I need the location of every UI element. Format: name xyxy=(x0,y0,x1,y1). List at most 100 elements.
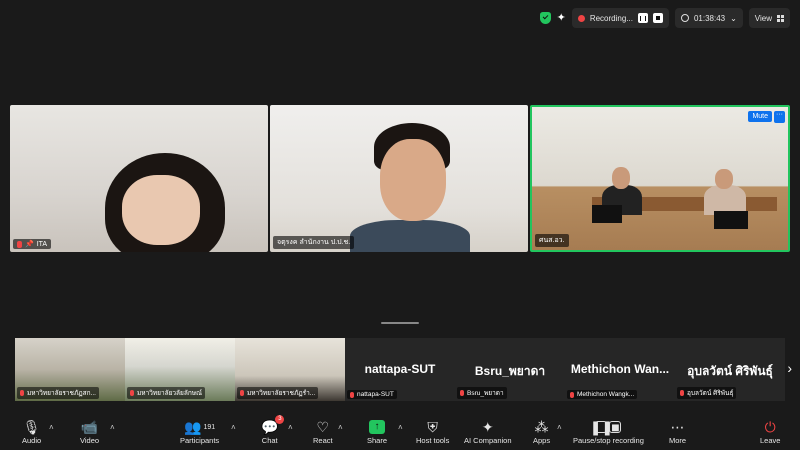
gallery-tile[interactable]: nattapa-SUT nattapa-SUT xyxy=(345,338,455,401)
laptop xyxy=(714,211,748,229)
share-button[interactable]: ↑ Share xyxy=(367,418,387,445)
pin-icon: 📌 xyxy=(25,241,34,248)
mic-muted-icon xyxy=(570,391,574,398)
sparkle-icon: ✦ xyxy=(481,419,494,435)
react-button[interactable]: ♡ React xyxy=(313,418,333,445)
leave-door-icon: ⏻ xyxy=(764,419,776,435)
audio-button[interactable]: 🎙 Audio xyxy=(22,418,41,445)
recording-label: Recording... xyxy=(589,13,633,23)
mic-muted-icon xyxy=(130,390,134,396)
participant-name-tag: Methichon Wangk... xyxy=(567,390,638,399)
participant-display-name: Methichon Wan... xyxy=(570,362,670,376)
mic-muted-icon xyxy=(20,390,24,396)
gallery-next-chevron-icon[interactable]: › xyxy=(787,360,792,376)
share-label: Share xyxy=(367,436,388,445)
gallery-tile[interactable]: มหาวิทยาลัยราชภัฏสก... xyxy=(15,338,125,401)
participant-name: Methichon Wangk... xyxy=(577,391,635,398)
participant-face xyxy=(612,167,630,189)
shield-icon: ⛨ xyxy=(427,419,438,435)
chat-unread-badge: 3 xyxy=(275,415,285,424)
grid-view-icon xyxy=(777,14,784,22)
apps-button[interactable]: ⁂ Apps xyxy=(533,418,550,445)
participants-options-chevron-icon[interactable]: ˄ xyxy=(231,423,236,432)
participant-name: nattapa-SUT xyxy=(357,391,394,398)
meeting-toolbar: 🎙 Audio ˄ 📹 Video ˄ 👥 191 Participants ˄ … xyxy=(0,410,800,450)
view-button[interactable]: View xyxy=(748,8,790,28)
react-label: React xyxy=(313,436,333,445)
chevron-down-icon: ⌄ xyxy=(730,13,737,23)
participants-count: 191 xyxy=(203,423,216,431)
laptop xyxy=(592,205,622,223)
gallery-strip: มหาวิทยาลัยราชภัฏสก... มหาวิทยาลัยวลัยลั… xyxy=(15,338,785,401)
more-label: More xyxy=(669,436,687,445)
apps-label: Apps xyxy=(533,436,551,445)
participant-display-name: nattapa-SUT xyxy=(364,362,436,376)
participant-face xyxy=(122,175,200,245)
mute-participant-button[interactable]: Mute xyxy=(748,111,772,122)
view-label: View xyxy=(754,13,772,23)
participant-face xyxy=(715,169,733,189)
participant-name: มหาวิทยาลัยวลัยลักษณ์ xyxy=(137,390,203,397)
leave-button[interactable]: ⏻ Leave xyxy=(760,418,780,445)
video-button[interactable]: 📹 Video xyxy=(80,418,99,445)
meeting-timer[interactable]: 01:38:43 ⌄ xyxy=(674,8,743,28)
stop-recording-icon[interactable] xyxy=(652,13,663,23)
host-tools-label: Host tools xyxy=(416,436,450,445)
participant-face xyxy=(380,139,446,221)
ai-companion-button[interactable]: ✦ AI Companion xyxy=(464,418,512,445)
clock-icon xyxy=(680,14,689,22)
video-label: Video xyxy=(80,436,100,445)
participant-name-tag: Bsru_พยาดา xyxy=(457,387,507,399)
chat-options-chevron-icon[interactable]: ˄ xyxy=(288,423,293,432)
pause-stop-recording-button[interactable]: ❚❚ ■ Pause/stop recording xyxy=(573,418,644,445)
recording-indicator[interactable]: Recording... xyxy=(571,8,669,28)
participant-body xyxy=(350,220,470,252)
participant-name: อุบลวัตน์ ศิริพันธุ์ xyxy=(687,390,734,397)
mic-muted-icon xyxy=(17,240,22,248)
mic-muted-icon xyxy=(460,390,464,396)
recording-dot-icon xyxy=(577,14,585,22)
participant-display-name: Bsru_พยาดา xyxy=(474,364,546,378)
pause-stop-recording-label: Pause/stop recording xyxy=(573,436,644,445)
chat-bubble-icon: 💬 3 xyxy=(261,415,285,436)
apps-options-chevron-icon[interactable]: ˄ xyxy=(557,423,562,432)
participant-name-tag: มหาวิทยาลัยราชภัฏรำ... xyxy=(237,387,319,399)
participant-name: มหาวิทยาลัยราชภัฏรำ... xyxy=(247,390,316,397)
participant-name: มหาวิทยาลัยราชภัฏสก... xyxy=(27,390,96,397)
participant-name-tag: มหาวิทยาลัยราชภัฏสก... xyxy=(17,387,99,399)
chat-button[interactable]: 💬 3 Chat xyxy=(261,415,285,445)
host-tools-button[interactable]: ⛨ Host tools xyxy=(416,418,449,445)
gallery-tile[interactable]: อุบลวัตน์ ศิริพันธุ์ อุบลวัตน์ ศิริพันธุ… xyxy=(675,338,785,401)
gallery-tile[interactable]: Methichon Wan... Methichon Wangk... xyxy=(565,338,675,401)
audio-label: Audio xyxy=(22,436,42,445)
security-shield-icon[interactable] xyxy=(539,12,551,24)
tile-more-button[interactable]: ··· xyxy=(774,111,785,123)
video-camera-icon: 📹 xyxy=(80,419,99,435)
active-speaker-tile[interactable]: Mute ··· ศนส.อว. xyxy=(530,105,790,252)
timer-text: 01:38:43 xyxy=(693,13,726,23)
video-tiles-row: 📌 ITA จตุรงค ลำนักงาน ป.ป.ช. Mute ··· ศน… xyxy=(10,105,790,252)
gallery-tile[interactable]: มหาวิทยาลัยวลัยลักษณ์ xyxy=(125,338,235,401)
chat-label: Chat xyxy=(261,436,278,445)
ai-companion-sparkle-icon[interactable]: ✦ xyxy=(557,12,566,24)
gallery-tile[interactable]: Bsru_พยาดา Bsru_พยาดา xyxy=(455,338,565,401)
audio-options-chevron-icon[interactable]: ˄ xyxy=(49,423,54,432)
share-options-chevron-icon[interactable]: ˄ xyxy=(398,423,403,432)
video-tile[interactable]: จตุรงค ลำนักงาน ป.ป.ช. xyxy=(270,105,528,252)
more-dots-icon: ⋯ xyxy=(670,419,685,435)
more-button[interactable]: ⋯ More xyxy=(669,418,686,445)
meeting-status-bar: ✦ Recording... 01:38:43 ⌄ View xyxy=(539,8,790,28)
video-tile[interactable]: 📌 ITA xyxy=(10,105,268,252)
mic-muted-icon xyxy=(680,390,684,396)
resize-handle[interactable] xyxy=(381,322,419,324)
gallery-tile[interactable]: มหาวิทยาลัยราชภัฏรำ... xyxy=(235,338,345,401)
microphone-icon: 🎙 xyxy=(22,419,41,435)
participants-button[interactable]: 👥 191 Participants xyxy=(180,418,219,445)
participant-display-name: อุบลวัตน์ ศิริพันธุ์ xyxy=(687,364,773,378)
pause-recording-icon[interactable] xyxy=(637,13,648,23)
participant-name: จตุรงค ลำนักงาน ป.ป.ช. xyxy=(277,239,351,246)
video-options-chevron-icon[interactable]: ˄ xyxy=(110,423,115,432)
pause-stop-icon: ❚❚ ■ xyxy=(589,419,622,435)
react-options-chevron-icon[interactable]: ˄ xyxy=(338,423,343,432)
heart-react-icon: ♡ xyxy=(316,419,330,435)
